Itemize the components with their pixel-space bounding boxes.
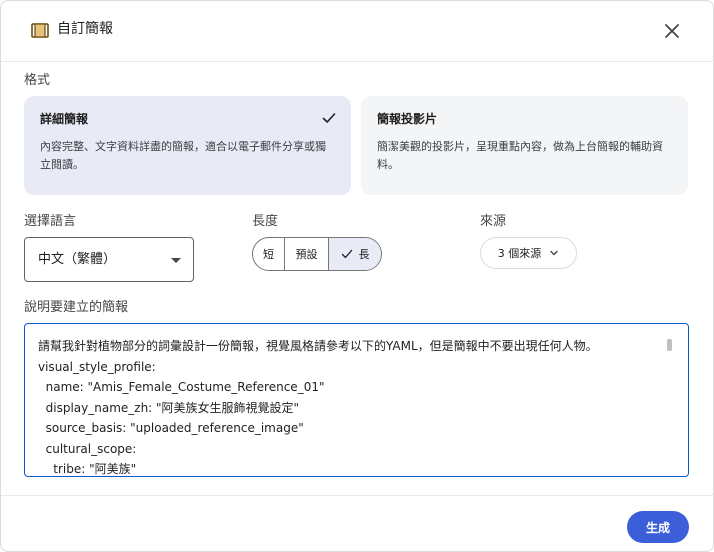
generate-button[interactable]: 生成 [627,511,689,543]
sources-button[interactable]: 3 個來源 [480,237,577,269]
header-divider [1,61,714,62]
length-option-label: 預設 [295,248,318,261]
close-icon[interactable] [660,19,684,43]
source-label: 來源 [480,214,507,229]
length-option-short[interactable]: 短 [253,238,285,270]
sources-button-label: 3 個來源 [497,247,542,260]
prompt-line: cultural_scope: [38,441,137,456]
dialog-title: 自訂簡報 [57,21,113,37]
prompt-line: 請幫我針對植物部分的詞彙設計一份簡報，視覺風格請參考以下的YAML，但是簡報中不… [38,339,598,353]
format-option-desc: 內容完整、文字資料詳盡的簡報，適合以電子郵件分享或獨 立閱讀。 [40,138,335,174]
prompt-line: visual_style_profile: [38,359,156,374]
dialog-header: 自訂簡報 [1,1,714,61]
length-option-label: 短 [263,248,274,261]
format-option-slides[interactable]: 簡報投影片 簡潔美觀的投影片，呈現重點內容，做為上台簡報的輔助資 料。 [361,96,688,195]
format-option-desc-line: 料。 [377,158,399,171]
check-icon [322,113,336,123]
format-option-desc: 簡潔美觀的投影片，呈現重點內容，做為上台簡報的輔助資 料。 [377,138,672,174]
format-label: 格式 [24,73,51,88]
prompt-textarea[interactable]: 請幫我針對植物部分的詞彙設計一份簡報，視覺風格請參考以下的YAML，但是簡報中不… [24,323,689,477]
check-icon [341,249,352,259]
dropdown-caret-icon [171,258,181,263]
footer-divider [1,495,714,496]
length-option-label: 長 [358,248,370,261]
format-option-desc-line: 立閱讀。 [40,158,84,171]
language-select[interactable]: 中文（繁體） [24,237,194,282]
chevron-down-icon [550,250,558,256]
format-option-desc-line: 內容完整、文字資料詳盡的簡報，適合以電子郵件分享或獨 [40,140,326,153]
format-option-desc-line: 簡潔美觀的投影片，呈現重點內容，做為上台簡報的輔助資 [377,140,663,153]
prompt-line: name: "Amis_Female_Costume_Reference_01" [38,380,325,394]
prompt-line: source_basis: "uploaded_reference_image" [38,421,304,435]
format-option-title: 簡報投影片 [377,112,438,126]
format-option-detailed[interactable]: 詳細簡報 內容完整、文字資料詳盡的簡報，適合以電子郵件分享或獨 立閱讀。 [24,96,351,195]
length-segmented-control: 短 預設 長 [252,237,382,271]
format-option-title: 詳細簡報 [40,112,89,126]
length-option-default[interactable]: 預設 [285,238,329,270]
slides-doc-icon [31,23,49,38]
prompt-line: tribe: "阿美族" [38,462,137,476]
language-select-value: 中文（繁體） [38,252,117,267]
prompt-label: 說明要建立的簡報 [24,300,129,315]
textarea-scrollbar[interactable] [667,339,672,351]
length-label: 長度 [252,214,279,229]
language-label: 選擇語言 [24,214,77,229]
length-option-long[interactable]: 長 [329,238,381,270]
customize-slides-dialog: 自訂簡報 格式 詳細簡報 內容完整、文字資料詳盡的簡報，適合以電子郵件分享或獨 … [0,0,714,552]
prompt-line: display_name_zh: "阿美族女生服飾視覺設定" [38,400,300,415]
